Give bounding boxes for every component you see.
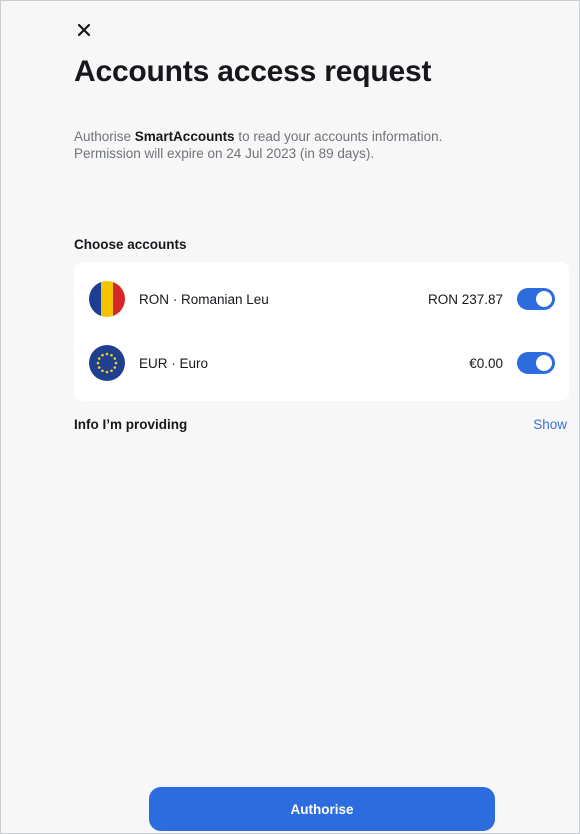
romania-flag-icon	[89, 281, 125, 317]
expiry-text: Permission will expire on 24 Jul 2023 (i…	[74, 146, 375, 161]
consent-screen: Accounts access request Authorise SmartA…	[0, 0, 580, 834]
close-button[interactable]	[73, 19, 95, 41]
accounts-list: RON · Romanian Leu RON 237.87 EUR · Euro…	[74, 262, 569, 401]
app-name: SmartAccounts	[134, 129, 235, 144]
account-row-ron[interactable]: RON · Romanian Leu RON 237.87	[74, 270, 569, 328]
page-title: Accounts access request	[74, 55, 432, 88]
account-toggle-eur[interactable]	[517, 352, 555, 374]
account-toggle-ron[interactable]	[517, 288, 555, 310]
consent-suffix: to read your accounts information.	[234, 129, 443, 144]
consent-line-1: Authorise SmartAccounts to read your acc…	[74, 128, 544, 145]
toggle-knob	[536, 355, 552, 371]
authorise-button[interactable]: Authorise	[149, 787, 495, 831]
account-name: RON · Romanian Leu	[139, 291, 269, 307]
choose-accounts-label: Choose accounts	[74, 237, 187, 252]
account-name: EUR · Euro	[139, 355, 209, 371]
close-icon	[77, 23, 91, 37]
account-balance: €0.00	[469, 355, 503, 371]
eu-flag-icon	[89, 345, 125, 381]
info-providing-label: Info I’m providing	[74, 417, 188, 432]
account-row-eur[interactable]: EUR · Euro €0.00	[74, 334, 569, 392]
consent-description: Authorise SmartAccounts to read your acc…	[74, 128, 544, 162]
toggle-knob	[536, 291, 552, 307]
show-info-link[interactable]: Show	[533, 417, 567, 432]
account-balance: RON 237.87	[427, 291, 503, 307]
consent-prefix: Authorise	[74, 129, 135, 144]
